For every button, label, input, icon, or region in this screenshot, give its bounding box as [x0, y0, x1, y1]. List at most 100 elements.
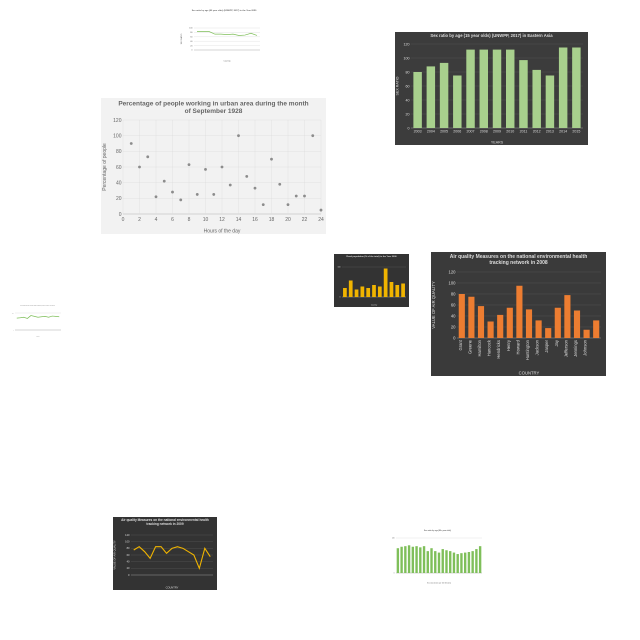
bar: [477, 306, 485, 338]
bar: [554, 307, 561, 338]
y-tick-label: 80: [116, 149, 122, 155]
bar: [573, 310, 581, 338]
chart-svg: Sex ratio by age (80 year olds) (UNWPP, …: [180, 9, 260, 63]
bar: [516, 285, 523, 338]
bar: [411, 546, 415, 573]
x-tick-label: Greene: [467, 339, 472, 354]
chart-title: Sex ratio by age (15 year olds) (UNWPP, …: [430, 33, 553, 38]
scatter-point: [212, 193, 216, 196]
x-tick-label: 2005: [440, 130, 448, 134]
bar: [404, 546, 407, 573]
x-tick-label: Jay: [554, 339, 559, 346]
x-tick-label: 24: [318, 217, 324, 223]
x-tick-label: 8: [188, 217, 191, 223]
bar: [415, 546, 418, 573]
x-tick-label: 2: [138, 217, 141, 223]
bar: [434, 551, 437, 573]
bar: [396, 548, 400, 573]
chart-svg: Air quality Measures on the national env…: [431, 254, 601, 376]
x-tick-label: Johnson: [583, 339, 588, 356]
x-axis-label: COUNTRY: [519, 371, 540, 376]
y-axis-label: VALUE OF AIR QUALITY: [113, 540, 117, 570]
x-tick-label: 2010: [506, 130, 514, 134]
series-line: [197, 31, 258, 36]
bar: [348, 280, 353, 297]
y-axis-label: SEX RATIO: [396, 76, 400, 95]
bar: [456, 554, 459, 573]
bar: [439, 62, 449, 128]
x-tick-label: 2009: [493, 130, 501, 134]
x-tick-label: Jackson: [535, 339, 540, 355]
scatter-point: [138, 165, 141, 169]
chart-bar-sex-ratio-80plus: Sex ratio by age (80+ year olds) 0 120 Sex …: [390, 528, 485, 585]
y-tick-label: 40: [190, 41, 193, 43]
bar: [475, 549, 478, 573]
bar: [487, 321, 494, 338]
y-tick-label: 0: [453, 335, 456, 340]
chart-title-line: Sex ratio by age (80 year olds) (UNWPP, …: [192, 9, 257, 12]
scatter-point: [319, 208, 323, 212]
x-tick-label: 16: [252, 217, 258, 223]
scatter-point: [253, 186, 257, 190]
bar: [445, 550, 448, 573]
chart-svg: Sex ratio by age (15 year olds) (UNWPP, …: [396, 33, 583, 145]
x-tick-label: 2007: [467, 130, 475, 134]
chart-line-sex-ratio-80: Sex ratio by age (80 year olds) (UNWPP, …: [180, 8, 268, 63]
scatter-point: [204, 167, 207, 171]
y-axis-label: VALUE OF AIR QUALITY: [431, 281, 436, 329]
bar: [395, 285, 400, 297]
bar: [458, 294, 465, 338]
scatter-point: [270, 157, 273, 161]
bar: [519, 60, 528, 128]
bar: [572, 47, 581, 128]
y-tick-label: 0: [13, 329, 14, 331]
scatter-point: [171, 190, 174, 194]
x-axis-label: Hours of the day: [204, 229, 241, 235]
bar: [466, 49, 475, 128]
y-tick-label: 100: [338, 267, 341, 269]
bar: [505, 49, 515, 128]
x-tick-label: 2003: [414, 130, 422, 134]
bar: [422, 546, 426, 573]
chart-svg: Percentage of people working in urban ar…: [102, 101, 324, 235]
bar: [377, 286, 382, 297]
y-tick-label: 0: [340, 297, 341, 299]
scatter-point: [294, 194, 298, 198]
bar: [426, 66, 436, 128]
x-tick-label: Henry: [506, 339, 511, 351]
x-axis-label: Country: [371, 304, 377, 307]
y-axis-label: SEX RATIO: [180, 33, 183, 44]
x-tick-label: Hendricks: [496, 340, 501, 359]
y-tick-label: 120: [449, 269, 457, 274]
y-tick-label: 100: [12, 312, 14, 314]
bar: [535, 320, 542, 338]
y-tick-label: 120: [113, 118, 122, 124]
y-tick-label: 100: [189, 28, 193, 30]
y-tick-label: 60: [190, 37, 193, 39]
scatter-point: [146, 155, 150, 159]
chart-title-line: Rural population (% of the total) in the…: [346, 255, 397, 258]
y-tick-label: 100: [449, 280, 457, 285]
chart-title: Sex ratio by age (5 year olds) (UNWPP, 2…: [20, 304, 55, 307]
x-tick-label: Huntington: [525, 339, 530, 360]
y-tick-label: 100: [125, 540, 130, 544]
scatter-point: [303, 194, 306, 198]
bar: [441, 549, 444, 573]
x-axis-label: YEARS: [491, 141, 504, 145]
bar: [545, 328, 552, 338]
bar: [478, 546, 482, 573]
bar: [463, 552, 467, 573]
y-tick-label: 100: [113, 133, 122, 139]
y-tick-label: 80: [406, 70, 410, 74]
y-tick-label: 0: [394, 573, 395, 575]
chart-svg: Air quality Measures on the national env…: [113, 518, 213, 590]
bar: [468, 296, 475, 338]
bar: [479, 49, 489, 128]
bar: [407, 545, 411, 573]
y-tick-label: 60: [451, 302, 456, 307]
chart-bar-rural-population: Rural population (% of the total) in the…: [334, 254, 409, 307]
scatter-point: [162, 179, 166, 183]
chart-svg: Sex ratio by age (5 year olds) (UNWPP, 2…: [12, 304, 61, 338]
x-tick-label: 2008: [480, 130, 488, 134]
x-tick-label: 2011: [520, 130, 528, 134]
